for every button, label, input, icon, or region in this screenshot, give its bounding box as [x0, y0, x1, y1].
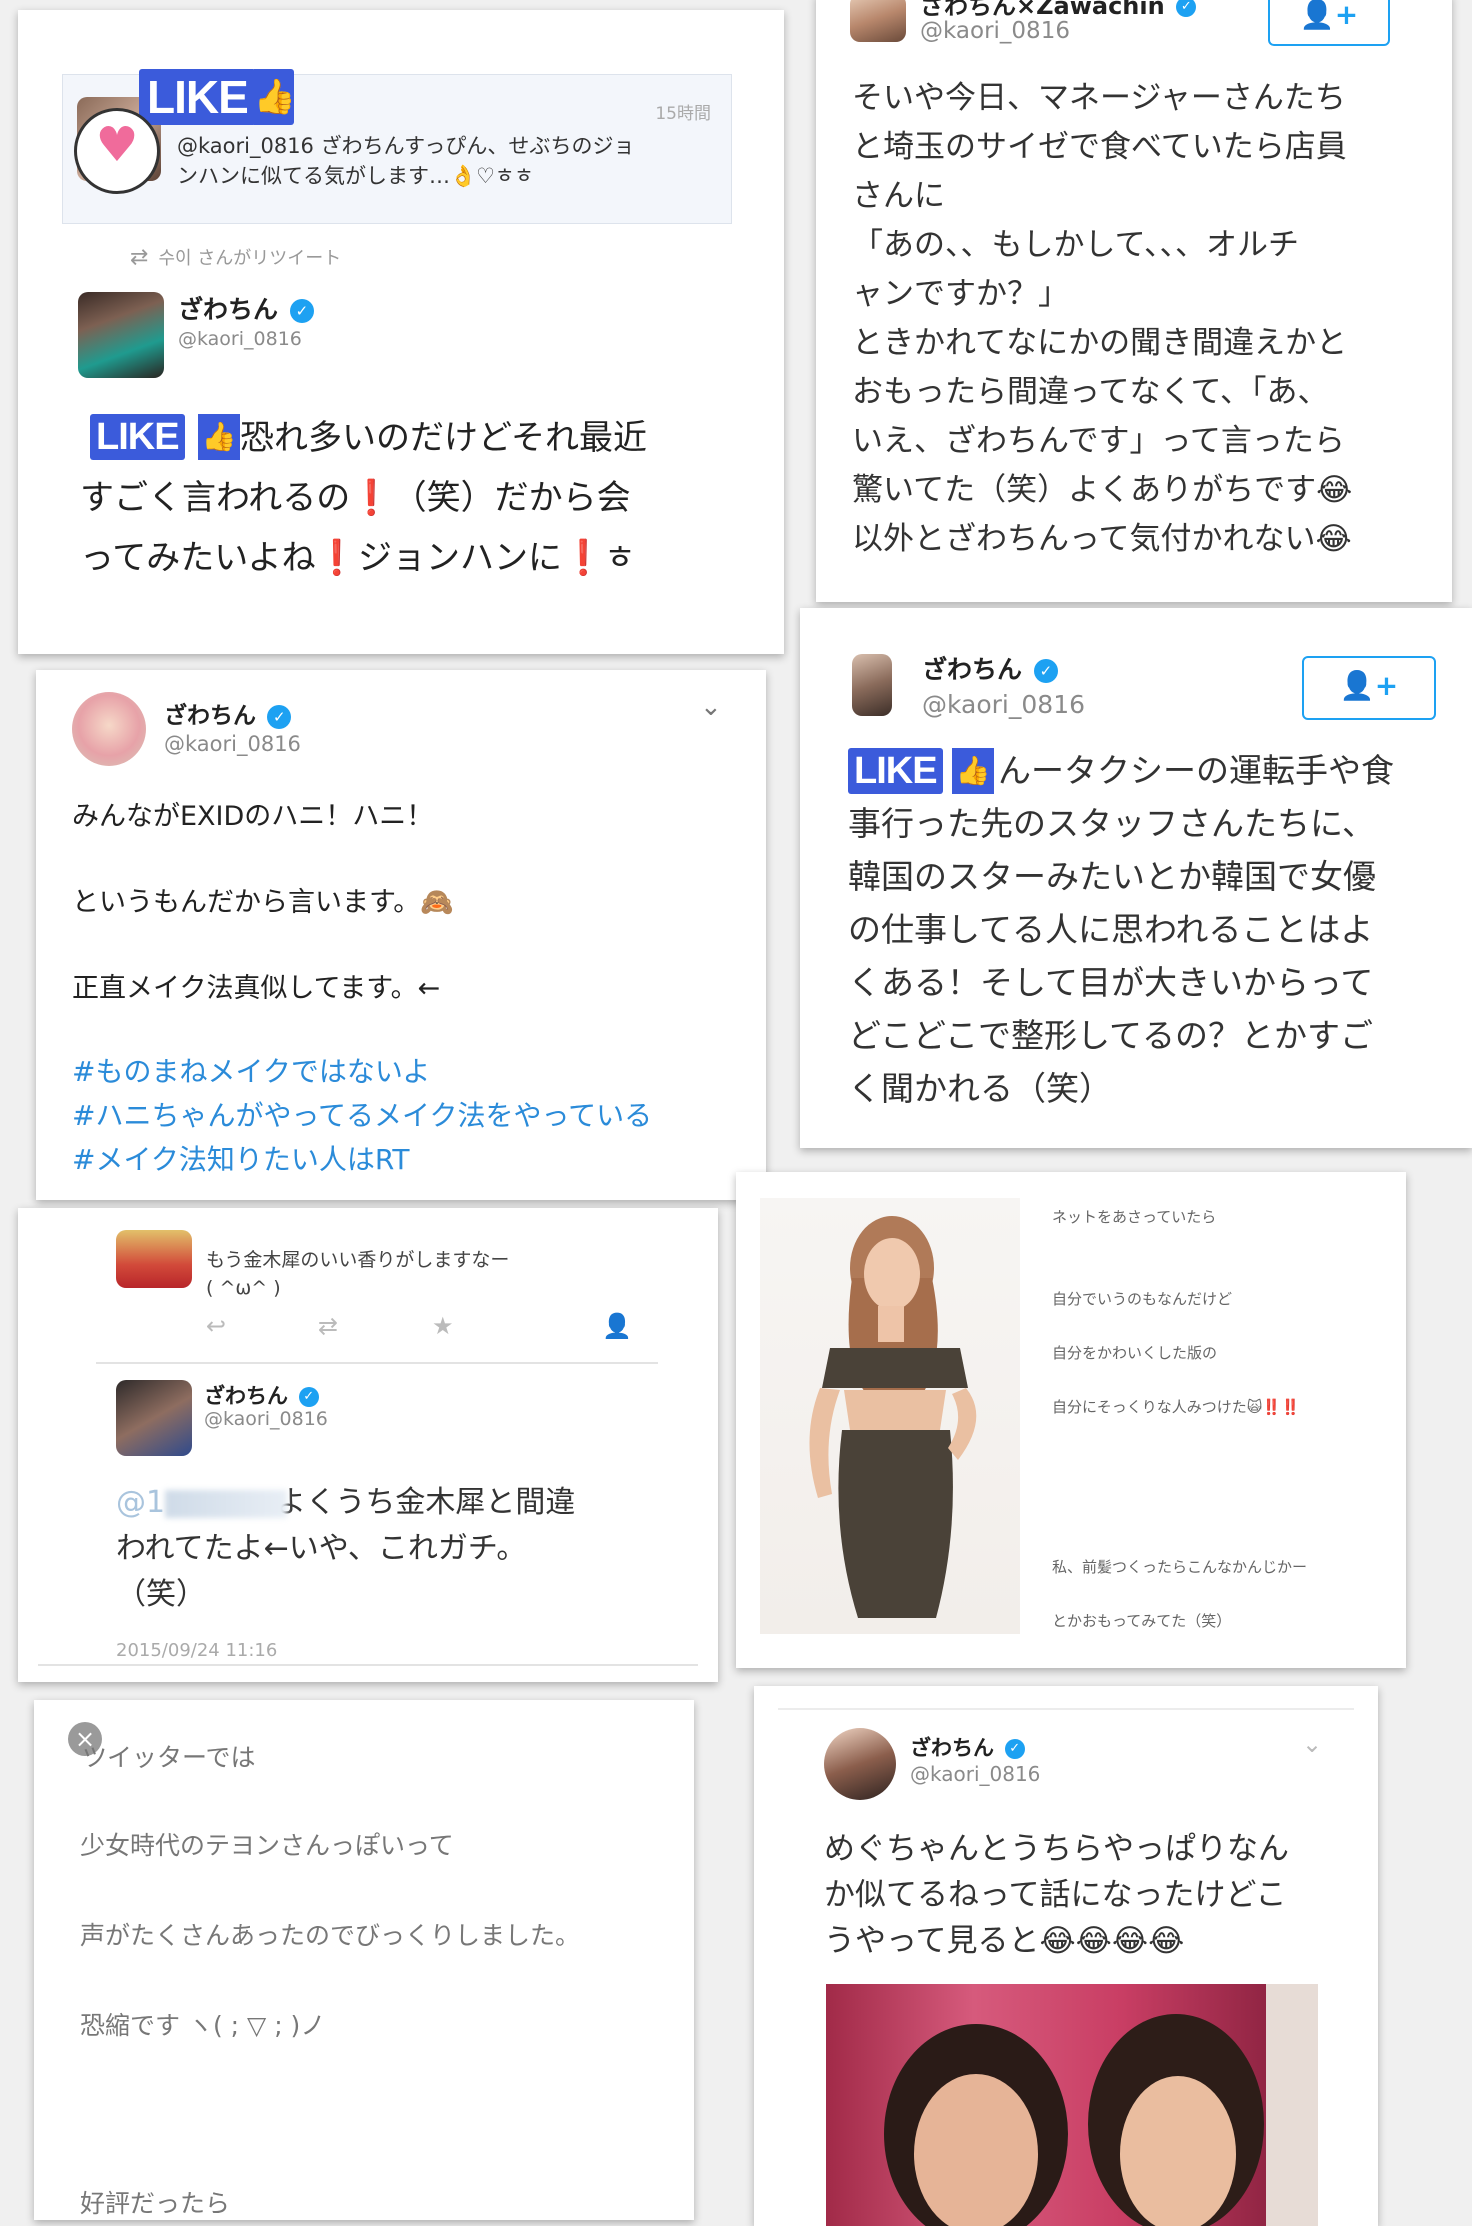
- hashtag-link[interactable]: #ものまねメイクではないよ: [72, 1050, 652, 1094]
- blog-line-3: 声がたくさんあったのでびっくりしました。: [80, 1921, 581, 1950]
- tweet-card-2: ざわちん×Zawachin @kaori_0816 👤+ そいや今日、マネージャ…: [816, 0, 1452, 602]
- hashtag-link[interactable]: #ハニちゃんがやってるメイク法をやっている: [72, 1094, 652, 1138]
- author-name-text: ざわちん×Zawachin: [920, 0, 1165, 20]
- tweet-body-text: そいや今日、マネージャーさんたち と埼玉のサイゼで食べていたら店員 さんに 「あ…: [852, 80, 1353, 557]
- author-avatar[interactable]: [824, 1728, 896, 1800]
- follow-user-icon: 👤+: [1299, 0, 1359, 31]
- author-name-text: ざわちん: [910, 1736, 994, 1760]
- tweet-line-2: というもんだから言います。🙈: [72, 887, 454, 918]
- tweet-body: @1 よくうち金木犀と間違 われてたよ←いや、これガチ。 （笑）: [116, 1480, 676, 1618]
- author-avatar[interactable]: [852, 654, 892, 716]
- blog-line-3: 自分をかわいくした版の: [1052, 1344, 1218, 1362]
- verified-icon: [298, 1387, 319, 1407]
- model-photo[interactable]: [760, 1198, 1020, 1634]
- tweet-photo[interactable]: [826, 1984, 1318, 2226]
- blog-line-4: 恐縮です ヽ( ; ▽ ; )ノ: [80, 2011, 326, 2040]
- tweet-body: LIKE 👍 恐れ多いのだけどそれ最近 すごく言われるの❗（笑）だから会 ってみ…: [80, 408, 740, 588]
- mention-link[interactable]: @1: [116, 1480, 288, 1526]
- tweet-line-1: みんながEXIDのハニ！ハニ！: [72, 801, 434, 832]
- like-badge-inline: LIKE: [848, 748, 943, 794]
- blog-line-6: とかおもってみてた（笑）: [1052, 1612, 1232, 1630]
- tweet-card-8: ざわちん @kaori_0816 ⌄ めぐちゃんとうちらやっぱりなん か似てるね…: [754, 1686, 1378, 2226]
- author-handle: @kaori_0816: [178, 328, 302, 350]
- blog-line-2: 少女時代のテヨンさんっぽいって: [80, 1831, 454, 1860]
- author-name-text: ざわちん: [178, 295, 279, 324]
- reply-icon[interactable]: ↩: [206, 1312, 226, 1340]
- tweet-timestamp: 2015/09/24 11:16: [116, 1640, 278, 1661]
- author-name-text: ざわちん: [922, 655, 1023, 684]
- chevron-down-icon[interactable]: ⌄: [1302, 1730, 1322, 1758]
- author-name-text: ざわちん: [164, 703, 256, 729]
- follow-user-icon: 👤+: [1339, 669, 1399, 702]
- tweet-card-3: ざわちん @kaori_0816 ⌄ みんながEXIDのハニ！ハニ！ というもん…: [36, 670, 766, 1200]
- author-handle: @kaori_0816: [920, 18, 1070, 44]
- author-handle: @kaori_0816: [922, 690, 1086, 719]
- verified-icon: [1033, 659, 1058, 683]
- author-handle: @kaori_0816: [910, 1762, 1041, 1786]
- blog-line-5: 好評だったら: [80, 2189, 231, 2218]
- heart-bubble: ♥: [74, 108, 160, 194]
- tweet-body-text: んータクシーの運転手や食 事行った先のスタッフさんたちに、 韓国のスターみたいと…: [848, 751, 1394, 1108]
- follow-button[interactable]: 👤+: [1302, 656, 1436, 720]
- author-name-text: ざわちん: [204, 1384, 288, 1408]
- author-name[interactable]: ざわちん: [164, 696, 292, 730]
- notification-time: 15時間: [655, 104, 711, 124]
- blog-card-7: × ツイッターでは 少女時代のテヨンさんっぽいって 声がたくさんあったのでびっく…: [34, 1700, 694, 2220]
- divider: [778, 1708, 1354, 1710]
- tweet-card-1: LIKE 👍 15時間 @kaori_0816 ざわちんすっぴん、せぶちのジョ ン…: [18, 10, 784, 654]
- author-handle: @kaori_0816: [164, 732, 301, 756]
- verified-icon: [1004, 1739, 1025, 1759]
- reply-avatar[interactable]: [116, 1230, 192, 1288]
- two-faces-illustration: [884, 1984, 1318, 2226]
- tweet-line-3: 正直メイク法真似してます。←: [72, 973, 441, 1004]
- blog-line-5: 私、前髪つくったらこんなかんじかー: [1052, 1558, 1308, 1576]
- blog-line-4: 自分にそっくりな人みつけた🙀‼️‼️: [1052, 1398, 1300, 1416]
- author-avatar[interactable]: [850, 0, 906, 42]
- thumbs-up-icon: 👍: [198, 414, 240, 460]
- author-avatar[interactable]: [116, 1380, 192, 1456]
- verified-icon: [267, 704, 292, 729]
- reply-text: もう金木犀のいい香りがしますなー ( ^ω^ ): [206, 1249, 510, 1299]
- author-name[interactable]: ざわちん: [204, 1380, 319, 1410]
- blog-line-2: 自分でいうのもなんだけど: [1052, 1290, 1233, 1308]
- notification-text: @kaori_0816 ざわちんすっぴん、せぶちのジョ ンハンに似てる気がします…: [177, 134, 635, 188]
- author-name[interactable]: ざわちん: [922, 650, 1058, 686]
- divider: [96, 1362, 658, 1364]
- thumbs-up-icon: 👍: [253, 69, 296, 125]
- like-badge-inline: LIKE: [90, 414, 185, 460]
- blog-card-6: ネットをあさっていたら 自分でいうのもなんだけど 自分をかわいくした版の 自分に…: [736, 1172, 1406, 1668]
- hashtag-link[interactable]: #メイク法知りたい人はRT: [72, 1138, 652, 1182]
- verified-icon: [289, 299, 314, 323]
- heart-icon: ♥: [95, 117, 139, 173]
- retweet-line: ⇄ 수이 さんがリツイート: [130, 244, 341, 270]
- blog-line-1: ツイッターでは: [82, 1743, 256, 1772]
- follow-button[interactable]: 👤+: [1268, 0, 1390, 46]
- notification-box[interactable]: LIKE 👍 15時間 @kaori_0816 ざわちんすっぴん、せぶちのジョ ン…: [62, 69, 732, 224]
- thumbs-up-icon: 👍: [952, 748, 994, 794]
- follow-user-icon[interactable]: 👤: [602, 1312, 632, 1340]
- model-figure: [809, 1216, 977, 1618]
- tweet-body-text: めぐちゃんとうちらやっぱりなん か似てるねって話になったけどこ うやって見ると😂…: [824, 1831, 1289, 1959]
- tweet-card-5: もう金木犀のいい香りがしますなー ( ^ω^ ) ↩ ⇄ ★ 👤 ざわちん @k…: [18, 1208, 718, 1682]
- author-name[interactable]: ざわちん: [178, 290, 314, 326]
- favorite-icon[interactable]: ★: [432, 1312, 454, 1340]
- author-name[interactable]: ざわちん: [910, 1732, 1025, 1762]
- verified-icon: [1176, 0, 1197, 17]
- retweet-text: 수이 さんがリツイート: [158, 248, 342, 269]
- tweet-body: LIKE 👍 んータクシーの運転手や食 事行った先のスタッフさんたちに、 韓国の…: [848, 744, 1458, 1115]
- retweet-icon[interactable]: ⇄: [318, 1312, 338, 1340]
- author-handle: @kaori_0816: [204, 1408, 328, 1430]
- blog-line-1: ネットをあさっていたら: [1052, 1208, 1217, 1226]
- tweet-card-4: ざわちん @kaori_0816 👤+ LIKE 👍 んータクシーの運転手や食 …: [800, 608, 1472, 1148]
- divider: [38, 1664, 698, 1666]
- retweet-icon: ⇄: [130, 245, 149, 270]
- author-avatar[interactable]: [72, 692, 146, 766]
- chevron-down-icon[interactable]: ⌄: [700, 692, 722, 722]
- hashtag-list: #ものまねメイクではないよ #ハニちゃんがやってるメイク法をやっている #メイク…: [72, 1050, 652, 1182]
- author-avatar[interactable]: [78, 292, 164, 378]
